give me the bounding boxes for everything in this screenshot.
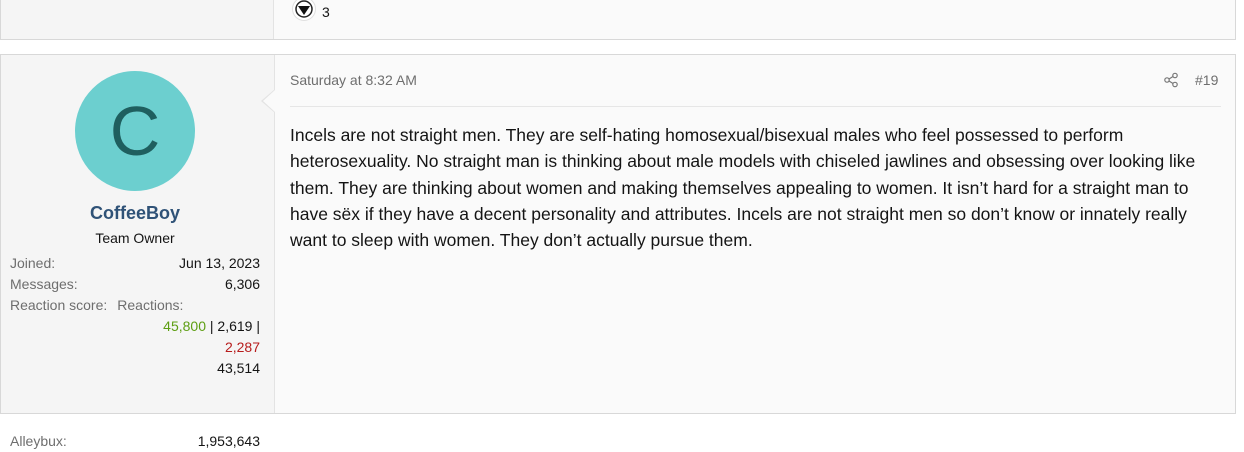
reactions-label: Reactions: xyxy=(117,297,184,313)
alleybux-label: Alleybux: xyxy=(10,433,67,449)
reaction-negative: 2,287 xyxy=(224,339,260,355)
reaction-positive: 45,800 xyxy=(163,318,206,334)
messages-row: Messages: 6,306 xyxy=(10,274,260,295)
avatar-letter: C xyxy=(109,92,161,170)
post-main: Saturday at 8:32 AM #19 Incels are not s… xyxy=(275,55,1235,413)
reaction-neutral: 2,619 xyxy=(217,318,253,334)
joined-row: Joined: Jun 13, 2023 xyxy=(10,253,260,274)
reaction-emoji-icon[interactable] xyxy=(292,0,316,21)
forum-post: C CoffeeBoy Team Owner Joined: Jun 13, 2… xyxy=(0,54,1236,449)
post-header-divider xyxy=(290,106,1221,107)
post-date[interactable]: Saturday at 8:32 AM xyxy=(290,72,417,88)
user-stats: Joined: Jun 13, 2023 Messages: 6,306 Rea… xyxy=(10,253,260,449)
post-number-link[interactable]: #19 xyxy=(1195,72,1218,88)
reaction-separator: | xyxy=(206,318,218,334)
alleybux-row: Alleybux: 1,953,643 xyxy=(10,431,260,452)
username[interactable]: CoffeeBoy xyxy=(1,203,269,224)
messages-label: Messages: xyxy=(10,276,78,292)
avatar[interactable]: C xyxy=(75,71,195,191)
reaction-summary[interactable]: 3 xyxy=(292,0,330,24)
reaction-total: 43,514 xyxy=(217,360,260,376)
post-pointer-arrow-fill xyxy=(263,90,275,112)
joined-label: Joined: xyxy=(10,255,56,271)
post-body: Incels are not straight men. They are se… xyxy=(290,125,1196,251)
previous-post-user-column xyxy=(1,0,274,39)
share-icon[interactable] xyxy=(1163,72,1179,88)
messages-value[interactable]: 6,306 xyxy=(225,274,260,295)
user-info-column: C CoffeeBoy Team Owner Joined: Jun 13, 2… xyxy=(1,55,275,449)
reaction-separator: | xyxy=(252,318,260,334)
user-title: Team Owner xyxy=(95,230,175,246)
joined-value: Jun 13, 2023 xyxy=(179,255,260,271)
reaction-score-block: Reaction score: Reactions: 45,800 | 2,61… xyxy=(10,295,260,379)
previous-post: 3 xyxy=(0,0,1236,40)
alleybux-value: 1,953,643 xyxy=(197,433,260,449)
reaction-breakdown: 45,800 | 2,619 | xyxy=(10,316,260,337)
reaction-count[interactable]: 3 xyxy=(322,4,330,20)
reaction-score-label: Reaction score: xyxy=(10,297,108,313)
